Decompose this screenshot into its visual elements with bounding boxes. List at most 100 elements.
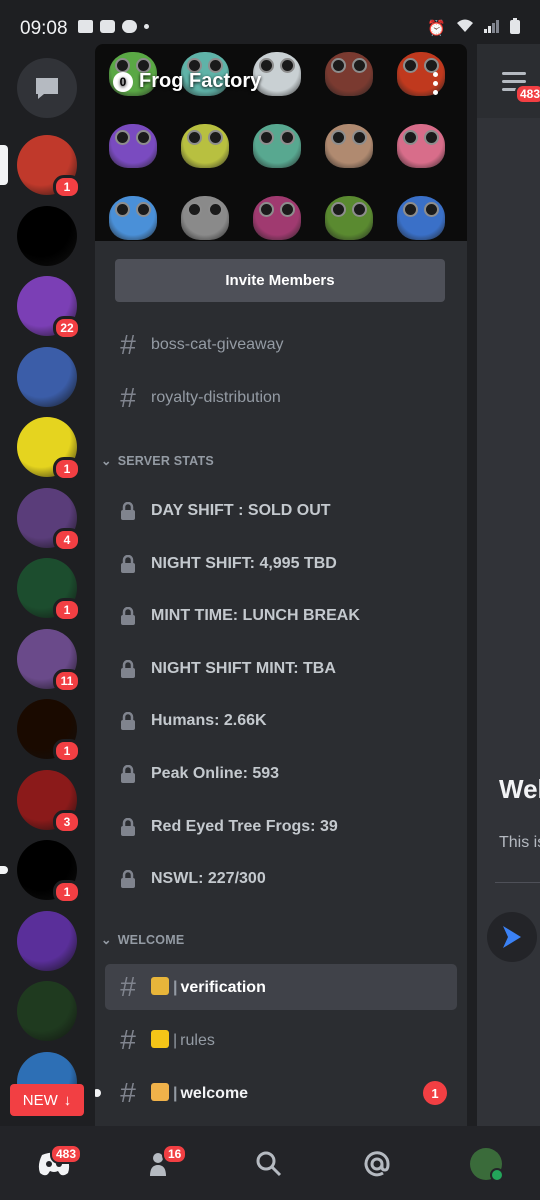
hash-icon: # <box>120 1024 136 1055</box>
frog-artwork <box>397 196 445 240</box>
direct-messages-button[interactable] <box>17 58 77 118</box>
stat-channel[interactable]: DAY SHIFT : SOLD OUT <box>105 488 457 534</box>
bot-avatar <box>487 912 537 962</box>
server-dream-skate[interactable] <box>17 206 77 266</box>
stat-channel[interactable]: NIGHT SHIFT: 4,995 TBD <box>105 541 457 587</box>
channel-name: DAY SHIFT : SOLD OUT <box>151 502 331 519</box>
search-icon <box>256 1151 282 1177</box>
unread-badge: 1 <box>53 175 81 199</box>
bottom-navigation: 483 16 <box>0 1126 540 1200</box>
lock-icon <box>105 818 151 836</box>
signal-icon <box>484 19 500 37</box>
wifi-icon <box>456 19 474 37</box>
new-label: NEW <box>22 1091 58 1109</box>
boost-level-icon: 0 <box>113 71 133 92</box>
channel-label: | verification <box>151 977 266 997</box>
channel-emoji-icon <box>151 977 169 995</box>
lock-icon <box>105 870 151 888</box>
frog-artwork <box>325 124 373 168</box>
server-voyager[interactable]: 1 <box>17 699 81 763</box>
unread-dot <box>95 1089 101 1097</box>
frog-artwork <box>253 124 301 168</box>
nav-mentions[interactable] <box>359 1148 395 1180</box>
battery-icon <box>510 18 520 38</box>
invite-members-button[interactable]: Invite Members <box>115 259 445 302</box>
unread-badge: 4 <box>53 528 81 552</box>
channel-royalty-distribution[interactable]: # royalty-distribution <box>105 375 457 421</box>
lock-icon <box>105 712 151 730</box>
server-king-cat[interactable]: 22 <box>17 276 81 340</box>
arrow-right-icon <box>503 926 521 948</box>
frog-artwork <box>325 52 373 96</box>
mention-badge: 1 <box>423 1081 447 1105</box>
lock-icon <box>105 555 151 573</box>
cloud-icon <box>122 20 137 33</box>
system-icons: ⏰ <box>427 18 520 38</box>
new-unreads-button[interactable]: NEW ↓ <box>10 1084 84 1116</box>
nav-profile[interactable] <box>468 1148 504 1182</box>
frog-artwork <box>397 124 445 168</box>
category-label: SERVER STATS <box>117 453 214 468</box>
chat-view-peek[interactable]: 483 Wel This is <box>477 44 540 1126</box>
stat-channel[interactable]: Peak Online: 593 <box>105 751 457 797</box>
channel-welcome[interactable]: # | welcome 1 <box>95 1070 457 1116</box>
lock-icon <box>105 607 151 625</box>
channel-name: MINT TIME: LUNCH BREAK <box>151 607 360 624</box>
category-welcome[interactable]: ⌄ WELCOME <box>101 932 184 948</box>
more-options-icon[interactable] <box>433 72 439 95</box>
stat-channel[interactable]: NSWL: 227/300 <box>105 856 457 902</box>
user-avatar <box>470 1148 504 1182</box>
notification-icons <box>78 20 149 33</box>
channel-name: Red Eyed Tree Frogs: 39 <box>151 818 338 835</box>
server-lizard[interactable]: 1 <box>17 417 81 481</box>
stat-channel[interactable]: NIGHT SHIFT MINT: TBA <box>105 646 457 692</box>
unread-badge: 1 <box>53 739 81 763</box>
frog-artwork <box>325 196 373 240</box>
hash-icon: # <box>120 971 136 1002</box>
channel-name: welcome <box>180 1085 249 1102</box>
server-banner[interactable]: 0 Frog Factory <box>95 44 467 241</box>
channel-name: Peak Online: 593 <box>151 765 280 782</box>
channel-name: Humans: 2.66K <box>151 712 267 729</box>
channel-name: rules <box>180 1032 215 1049</box>
server-angel-mouse[interactable]: 4 <box>17 488 81 552</box>
server-aikiri[interactable]: 1 <box>0 840 81 904</box>
youtube-icon <box>100 20 115 33</box>
nav-search[interactable] <box>251 1148 287 1180</box>
stat-channel[interactable]: Red Eyed Tree Frogs: 39 <box>105 804 457 850</box>
category-server-stats[interactable]: ⌄ SERVER STATS <box>101 453 214 469</box>
channel-boss-cat-giveaway[interactable]: # boss-cat-giveaway <box>105 322 457 368</box>
server-warrior[interactable] <box>17 347 77 407</box>
home-badge: 483 <box>50 1144 83 1164</box>
online-status-icon <box>490 1168 504 1182</box>
server-guitarist[interactable]: 11 <box>17 629 81 693</box>
frog-artwork <box>181 196 229 240</box>
unread-badge: 1 <box>53 598 81 622</box>
channel-rules[interactable]: # | rules <box>105 1017 457 1063</box>
server-skull-hat[interactable]: 3 <box>17 770 81 834</box>
server-icon <box>17 206 77 266</box>
channel-label: | rules <box>151 1030 215 1050</box>
alarm-icon: ⏰ <box>427 20 446 37</box>
channel-label: | welcome <box>151 1083 248 1103</box>
server-robot[interactable]: 1 <box>0 135 81 199</box>
unread-badge: 22 <box>53 316 81 340</box>
server-cyber-soldier[interactable] <box>17 981 77 1041</box>
frog-artwork <box>253 196 301 240</box>
stat-channel[interactable]: Humans: 2.66K <box>105 698 457 744</box>
server-name: Frog Factory <box>139 70 262 92</box>
server-header[interactable]: 0 Frog Factory <box>113 70 261 93</box>
unread-indicator <box>0 866 8 874</box>
channel-name: NIGHT SHIFT: 4,995 TBD <box>151 555 337 572</box>
server-alien[interactable] <box>17 911 77 971</box>
unread-badge: 1 <box>53 880 81 904</box>
server-rail[interactable]: 1 22 1 4 1 11 1 3 1 NEW ↓ <box>0 44 95 1126</box>
unread-badge: 3 <box>53 810 81 834</box>
server-gentlemens-club[interactable]: 1 <box>17 558 81 622</box>
channel-panel: 0 Frog Factory Invite Members # boss-cat… <box>95 44 467 1126</box>
server-icon <box>17 981 77 1041</box>
separator: | <box>173 979 178 996</box>
lock-icon <box>105 765 151 783</box>
stat-channel[interactable]: MINT TIME: LUNCH BREAK <box>105 593 457 639</box>
channel-verification[interactable]: # | verification <box>105 964 457 1010</box>
